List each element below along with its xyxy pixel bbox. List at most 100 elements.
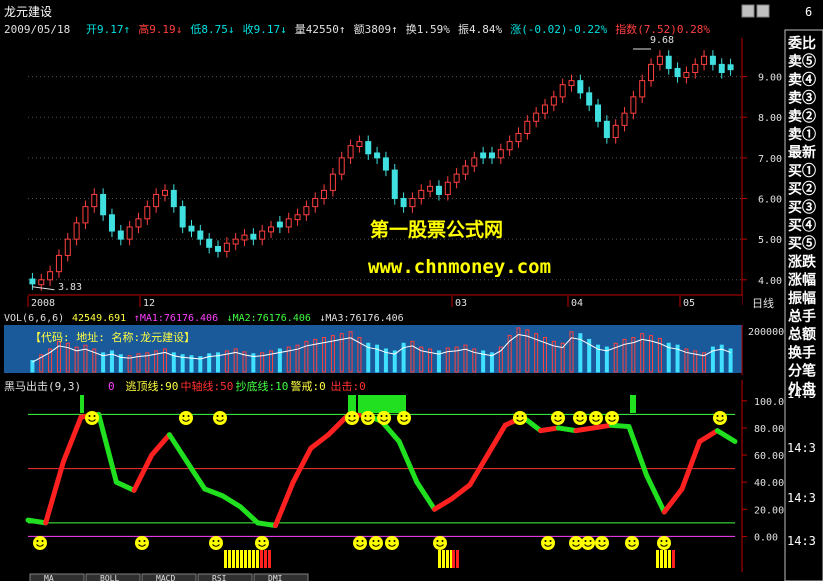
indicator-line-segment [25,517,49,526]
indicator-tab-label: MA [44,574,54,581]
signal-bar-bottom [244,550,247,568]
smiley-icon [713,411,727,425]
order-book-row-label: 分笔 [788,363,816,380]
candle-body [179,206,186,228]
quote-field: 低8.75↓ [190,23,234,36]
indicator-tick-label: 0.00 [754,532,778,543]
candle-body [382,157,389,171]
quote-field: 指数(7.52)0.28% [615,22,710,36]
candle-body [347,145,354,159]
candle-body [656,55,663,65]
indicator-tab[interactable] [29,573,85,581]
candle-body [82,206,89,224]
candle-body [29,278,36,285]
price-tick-label: 4.00 [758,276,782,287]
quote-field-label: 指数 [615,22,637,36]
quote-field-label: 换 [406,22,417,36]
volume-header-field: VOL(6,6,6) [4,313,64,324]
smiley-icon [255,536,269,550]
candle-body [630,96,637,114]
order-book-row-label: 涨幅 [788,272,816,289]
date-axis: 2008 12 03 04 05 [27,296,742,309]
candle-body [612,124,619,139]
smiley-icon [179,411,193,425]
order-book-row-label: 卖② [788,108,816,125]
candle-body [568,80,575,87]
candle-body [55,254,62,273]
quote-field-value: 9.17 [97,23,124,36]
indicator-tick-label: 60.00 [754,451,784,462]
signal-bar-bottom [248,550,251,568]
candle-body [321,189,328,200]
candle-body [223,242,230,252]
candle-body [515,132,522,143]
quote-info-bar: 2009/05/18 开9.17↑ 高9.19↓ 低8.75↓ 收9.17↓ 量4255… [4,22,710,36]
signal-bar-bottom [260,550,263,568]
indicator-tab-label: BOLL [100,574,119,581]
candle-body [488,152,495,159]
smiley-icon [581,536,595,550]
price-tick-label: 9.00 [758,73,782,84]
candle-body [91,193,98,208]
signal-bar-bottom [232,550,235,568]
candle-body [294,214,301,221]
candle-body [621,112,628,126]
candle-body [250,233,257,240]
window-button[interactable] [756,4,770,18]
signal-bar-bottom [660,550,663,568]
order-book-row-label: 买⑤ [788,235,816,252]
indicator-legend-item: 出击:0 [331,379,366,393]
quote-field-arrow: ↓ [280,23,287,36]
candle-body [329,173,336,191]
order-book-row-label: 涨跌 [788,254,817,270]
quote-field-arrow: ↓ [176,23,183,36]
candle-body [100,193,107,216]
tick-time: 14:3 [787,387,816,401]
date-axis-corner[interactable]: 日线 [752,296,774,310]
order-book-row-label: 卖③ [788,90,816,107]
signal-bar-bottom [236,550,239,568]
indicator-line-segment [538,425,561,434]
window-button[interactable] [741,4,755,18]
signal-bar-bottom [672,550,675,568]
signal-bar-bottom [228,550,231,568]
indicator-tab-label: DMI [268,574,283,581]
signal-bar-bottom [224,550,227,568]
candle-body [648,63,655,82]
quote-date: 2009/05/18 [4,23,70,36]
candle-body [462,165,469,175]
quote-field: 换1.59% [406,22,450,36]
indicator-tick-label: 20.00 [754,505,784,516]
smiley-icon [361,411,375,425]
smiley-icon [353,536,367,550]
candle-body [559,84,566,98]
quote-field-label: 低 [190,23,201,36]
indicator-tabs[interactable]: MA BOLL MACD RSI DMI [29,573,309,581]
quote-field: 量42550↑ [295,23,346,36]
candle-body [533,112,540,122]
quote-field: 收9.17↓ [243,22,287,36]
candle-body [153,193,160,208]
quote-field: 开9.17↑ [86,23,130,36]
candle-body [586,92,593,106]
low-price-label: 3.83 [58,282,82,293]
quote-field-label: 量 [295,23,306,36]
signal-bar-top [630,395,636,413]
volume-overlay-text: 【代码: 地址: 名称:龙元建设】 [30,330,195,344]
candle-body [453,173,460,183]
candle-body [276,221,283,228]
smiley-icon [135,536,149,550]
signal-bar-bottom [656,550,659,568]
quote-field-value: 9.19 [149,23,176,36]
smiley-icon [595,536,609,550]
smiley-icon [213,411,227,425]
candle-body [674,67,681,78]
tick-time: 14:3 [787,441,816,455]
signal-bar-bottom [256,550,259,568]
date-tick-label: 03 [455,298,467,309]
candle-body [727,64,734,71]
candle-body [197,230,204,240]
signal-bar-bottom [268,550,271,568]
signal-bar-bottom [438,550,441,568]
order-book-row-label: 振幅 [788,290,816,307]
